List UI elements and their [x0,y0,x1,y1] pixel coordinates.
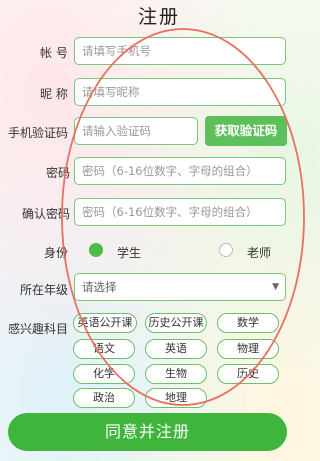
nickname-label: 昵 称 [40,87,68,101]
password-label: 密码 [46,166,71,180]
account-input[interactable]: 请填写手机号 [74,37,286,65]
teacher-radio[interactable] [219,243,233,257]
subject-tag[interactable]: 物理 [217,339,279,359]
page-title: 注册 [137,6,180,28]
confirm-password-label: 确认密码 [22,207,71,221]
nickname-input[interactable]: 请填写昵称 [74,78,286,106]
teacher-radio-label: 老师 [247,246,272,260]
subject-tag[interactable]: 数学 [217,313,279,333]
password-input[interactable]: 密码（6-16位数字、字母的组合） [74,157,286,185]
agree-register-button[interactable]: 同意并注册 [8,413,287,451]
grade-select-value: 请选择 [82,280,117,294]
subject-tag[interactable]: 化学 [73,364,135,384]
subject-tag[interactable]: 历史 [217,364,279,384]
grade-select[interactable]: 请选择 ▼ [74,273,286,301]
subject-tag[interactable]: 地理 [145,388,207,408]
subject-tag[interactable]: 英语 [145,339,207,359]
chevron-down-icon: ▼ [272,282,279,292]
subject-tag[interactable]: 历史公开课 [145,313,207,333]
sms-label: 手机验证码 [8,126,69,140]
identity-label: 身份 [44,246,69,260]
confirm-password-input[interactable]: 密码（6-16位数字、字母的组合） [74,198,286,226]
student-radio-label: 学生 [117,246,142,260]
subject-tag[interactable]: 政治 [73,388,135,408]
subject-tag[interactable]: 生物 [145,364,207,384]
subject-tag[interactable]: 语文 [73,339,135,359]
subject-tag[interactable]: 英语公开课 [73,313,137,333]
student-radio[interactable] [89,243,103,257]
grade-label: 所在年级 [20,283,69,297]
sms-code-input[interactable]: 请输入验证码 [74,117,198,145]
get-code-button[interactable]: 获取验证码 [205,116,287,146]
account-label: 帐 号 [40,46,68,60]
interests-label: 感兴趣科目 [8,322,69,336]
